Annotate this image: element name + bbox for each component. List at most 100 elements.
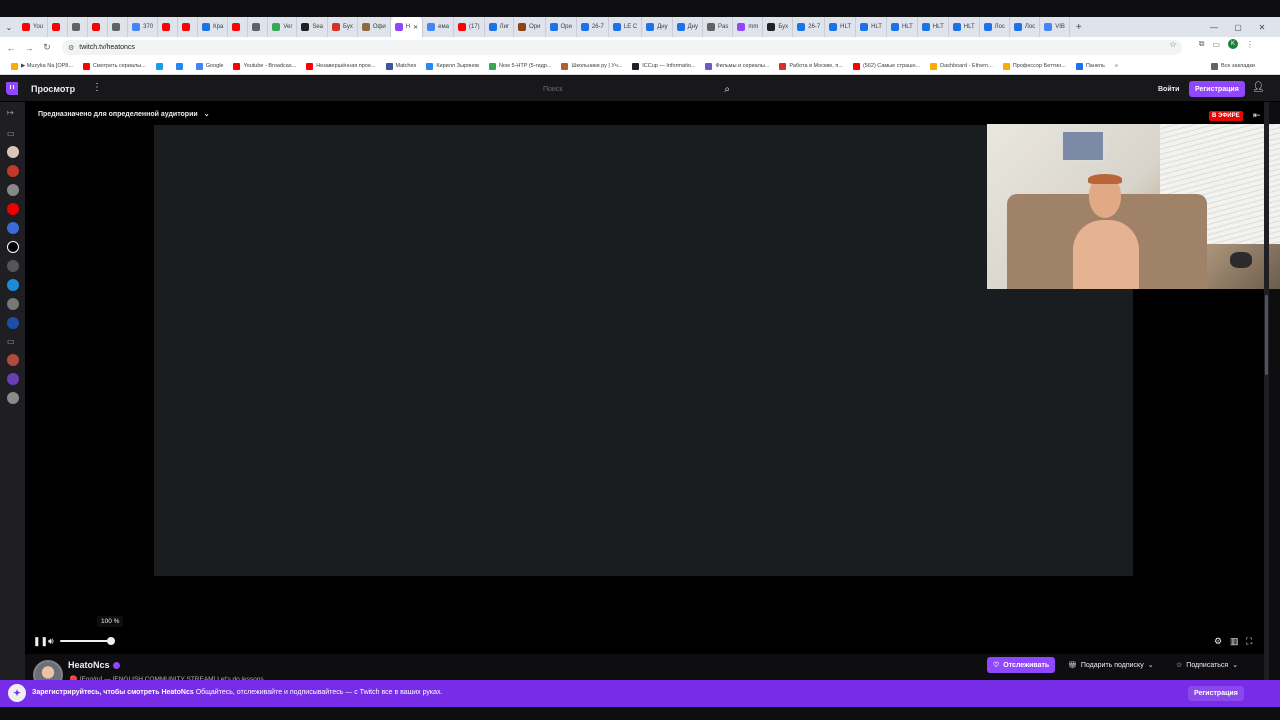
bookmark-item[interactable]: Фильмы и сериалы... (700, 62, 774, 70)
browser-tab[interactable]: Ори (514, 17, 546, 37)
user-icon[interactable]: 👤︎ (1252, 82, 1265, 93)
bookmark-item[interactable] (171, 62, 191, 70)
browser-tab[interactable]: 26-7 (793, 17, 826, 37)
subscribe-button[interactable]: ☆ Подписаться ⌄ (1171, 657, 1243, 673)
channel-avatar[interactable] (7, 146, 19, 158)
channel-avatar[interactable] (7, 260, 19, 272)
browser-tab[interactable] (158, 17, 179, 37)
profile-avatar[interactable]: K (1228, 39, 1238, 49)
omnibox[interactable]: ⚙ twitch.tv/heatoncs (62, 40, 1182, 55)
browser-tab[interactable]: You (18, 17, 49, 37)
close-tab-icon[interactable]: ✕ (413, 24, 418, 31)
banner-signup-button[interactable]: Регистрация (1188, 686, 1244, 701)
bookmark-item[interactable]: » (1110, 63, 1123, 69)
bookmark-item[interactable]: Matches (381, 62, 422, 70)
volume-slider[interactable] (60, 640, 112, 642)
channel-avatar[interactable] (7, 184, 19, 196)
search-input[interactable]: Поиск (538, 86, 724, 93)
bookmark-star-icon[interactable]: ☆ (1170, 40, 1177, 49)
bookmark-item[interactable]: Youtube - Broadcas... (228, 62, 301, 70)
audience-warning[interactable]: Предназначено для определенной аудитории… (38, 110, 210, 119)
expand-sidebar-icon[interactable]: ↦ (7, 108, 14, 117)
browser-tab[interactable]: Лос (1010, 17, 1041, 37)
channel-avatar[interactable] (7, 203, 19, 215)
signup-button[interactable]: Регистрация (1189, 81, 1245, 97)
browser-tab[interactable] (108, 17, 129, 37)
bookmark-item[interactable]: Now 5-HTP (5-гидр... (484, 62, 557, 70)
page-scrollbar[interactable] (1264, 102, 1269, 680)
bookmark-item[interactable] (151, 62, 171, 70)
bookmark-item[interactable]: Dashboard - Ethern... (925, 62, 998, 70)
bookmark-item[interactable]: Школьники ру | Уч... (556, 62, 627, 70)
browser-tab[interactable] (228, 17, 249, 37)
bookmark-item[interactable]: Работа в Москве, п... (774, 62, 848, 70)
search-icon[interactable]: ⌕ (724, 84, 730, 95)
browser-tab[interactable]: HLT (887, 17, 918, 37)
bookmark-item[interactable]: Панель (1071, 62, 1110, 70)
pause-icon[interactable]: ❚❚ (33, 636, 48, 647)
browser-tab[interactable]: ема (423, 17, 454, 37)
browser-tab[interactable]: HLT (856, 17, 887, 37)
browser-tab[interactable]: VIB (1040, 17, 1070, 37)
url-text[interactable]: twitch.tv/heatoncs (79, 44, 135, 51)
channel-avatar[interactable] (7, 279, 19, 291)
close-window-icon[interactable]: ✕ (1250, 17, 1274, 37)
minimize-icon[interactable]: — (1202, 17, 1226, 37)
settings-gear-icon[interactable]: ⚙ (1214, 636, 1222, 647)
channel-avatar[interactable] (7, 241, 19, 253)
back-icon[interactable]: ← (2, 39, 20, 57)
theatre-mode-icon[interactable]: ▥ (1230, 636, 1239, 647)
browser-tab[interactable]: HLT (825, 17, 857, 37)
channel-avatar[interactable] (7, 298, 19, 310)
bookmark-item[interactable]: Смотреть сериалы... (78, 62, 151, 70)
browser-tab[interactable]: Офи (358, 17, 391, 37)
gift-sub-button[interactable]: 🎁︎ Подарить подписку ⌄ (1063, 657, 1159, 673)
bookmark-item[interactable]: ▶ Muzyka Na [OP8... (6, 62, 78, 70)
bookmark-item[interactable]: Кирилл Зырянов (421, 62, 484, 70)
channel-avatar[interactable] (7, 317, 19, 329)
volume-slider-handle[interactable] (107, 637, 115, 645)
maximize-icon[interactable]: ▢ (1226, 17, 1250, 37)
forward-icon[interactable]: → (20, 39, 38, 57)
browser-tab[interactable]: mm (733, 17, 764, 37)
bookmark-item[interactable]: Незавершённая прое... (301, 62, 380, 70)
browse-link[interactable]: Просмотр (31, 84, 75, 94)
browser-tab[interactable]: Кра (198, 17, 229, 37)
browser-tab[interactable]: LE C (609, 17, 643, 37)
browser-tab[interactable]: HLT (918, 17, 949, 37)
search-box[interactable]: Поиск ⌕ (538, 79, 738, 99)
browser-tab[interactable]: 26-7 (577, 17, 609, 37)
channel-name[interactable]: HeatoNcs (68, 660, 120, 670)
browser-tab[interactable]: Sea (297, 17, 329, 37)
browser-tab[interactable] (178, 17, 199, 37)
browser-tab[interactable]: HLT (949, 17, 980, 37)
browser-tab[interactable]: Бух (763, 17, 794, 37)
bookmark-item[interactable]: ICCup — Informatio... (627, 62, 700, 70)
browser-tab[interactable]: Дну (673, 17, 703, 37)
channel-avatar[interactable] (7, 222, 19, 234)
channel-avatar[interactable] (7, 165, 19, 177)
site-info-icon[interactable]: ⚙ (68, 44, 74, 52)
fullscreen-icon[interactable]: ⛶ (1246, 636, 1252, 647)
menu-dots-icon[interactable]: ⋮ (1246, 40, 1254, 49)
browser-tab[interactable] (48, 17, 69, 37)
bookmark-item[interactable]: (562) Самые страшн... (848, 62, 925, 70)
bookmark-item[interactable]: Google (191, 62, 229, 70)
cast-icon[interactable]: ▭ (1212, 40, 1220, 49)
browser-tab[interactable]: Лос (980, 17, 1010, 37)
twitch-logo-icon[interactable] (6, 82, 18, 95)
browser-tab[interactable]: 370 (128, 17, 159, 37)
scrollbar-thumb[interactable] (1265, 295, 1268, 375)
more-options-icon[interactable]: ⋮ (92, 82, 102, 93)
browser-tab[interactable]: Лиг (485, 17, 515, 37)
browser-tab[interactable] (88, 17, 109, 37)
browser-tab[interactable]: Дну (642, 17, 673, 37)
collapse-chat-icon[interactable]: ⇤ (1253, 110, 1261, 121)
browser-tab[interactable]: (17) (454, 17, 485, 37)
browser-tab[interactable] (68, 17, 89, 37)
login-button[interactable]: Войти (1152, 81, 1185, 97)
browser-tab[interactable]: Pas (703, 17, 734, 37)
browser-tab[interactable]: Ver (268, 17, 298, 37)
bookmark-item[interactable]: Профессор Беттин... (998, 62, 1071, 70)
extensions-icon[interactable]: ⧉ (1199, 39, 1205, 49)
